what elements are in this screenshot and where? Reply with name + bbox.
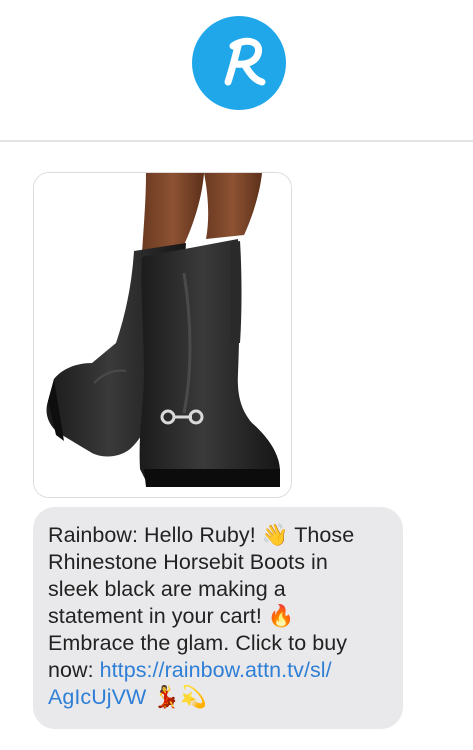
message-line-5: Embrace the glam. Click to buy [48, 631, 348, 655]
message-line-3: sleek black are making a [48, 577, 286, 601]
message-bubble: Rainbow: Hello Ruby! 👋 Those Rhinestone … [33, 507, 403, 729]
message-line-2: Rhinestone Horsebit Boots in [48, 550, 328, 574]
dancer-sparkle-emoji: 💃💫 [146, 685, 207, 710]
boots-photo-icon [34, 173, 291, 497]
message-line-4: statement in your cart! 🔥 [48, 604, 295, 628]
message-line-7: AgIcUjVW 💃💫 [48, 684, 389, 711]
message-line-1: Rainbow: Hello Ruby! 👋 Those [48, 523, 355, 547]
message-line-6: now: https://rainbow.attn.tv/sl/ [48, 657, 389, 684]
header-divider [0, 140, 473, 142]
rainbow-r-logo-icon [224, 37, 266, 86]
shortlink-part-1[interactable]: https://rainbow.attn.tv/sl/ [100, 658, 332, 682]
product-image[interactable] [33, 172, 292, 498]
shortlink-part-2[interactable]: AgIcUjVW [48, 685, 146, 709]
message-line-6-prefix: now: [48, 658, 100, 682]
conversation-header [0, 0, 473, 142]
contact-avatar[interactable] [192, 16, 286, 110]
